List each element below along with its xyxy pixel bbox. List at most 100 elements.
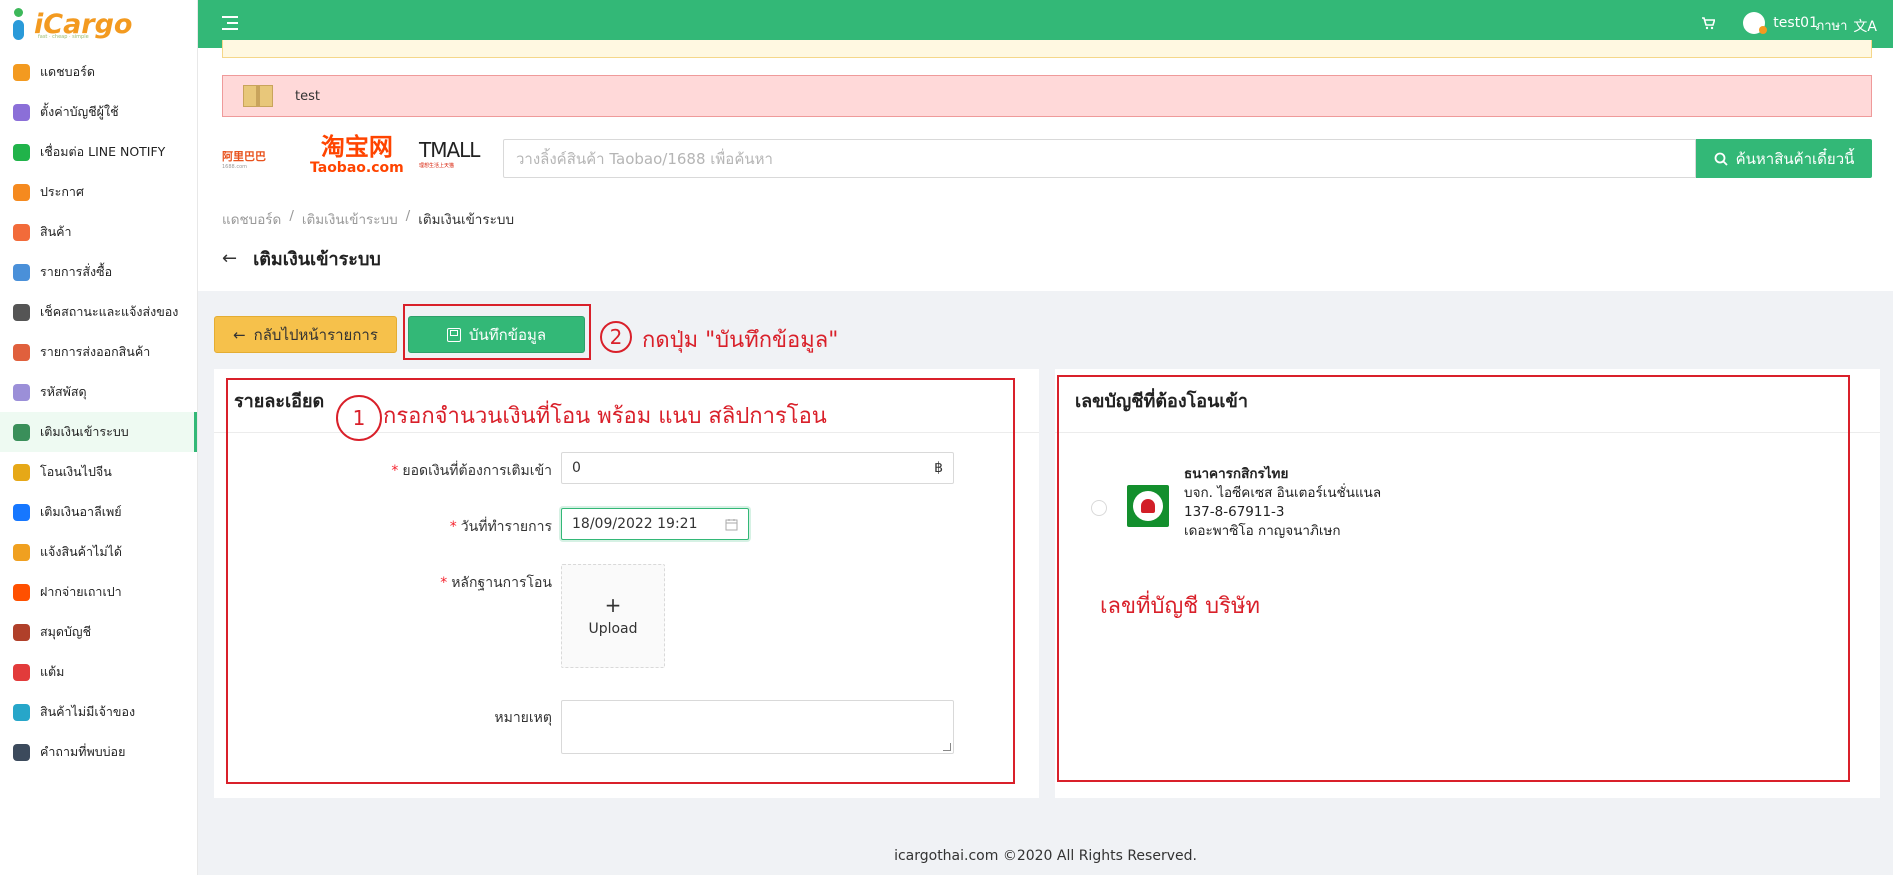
- username: test01: [1773, 15, 1818, 31]
- logo-icon: [10, 6, 30, 42]
- app-logo[interactable]: iCargo fast · cheap · simple: [0, 0, 197, 48]
- language-switcher[interactable]: ภาษา 文A: [1816, 15, 1877, 36]
- warning-alert: [222, 40, 1872, 58]
- translate-icon: 文A: [1853, 18, 1877, 35]
- sidebar-item-label: โอนเงินไปจีน: [40, 464, 112, 479]
- cart-icon[interactable]: [1701, 16, 1715, 30]
- page-header: ← เติมเงินเข้าระบบ: [222, 244, 381, 273]
- truck-icon: [13, 343, 30, 361]
- sidebar-item-label: แต้ม: [40, 664, 65, 679]
- alibaba-logo-text: 阿里巴巴: [222, 150, 266, 163]
- back-to-list-label: กลับไปหน้ารายการ: [253, 325, 378, 344]
- chart-icon: [13, 63, 30, 81]
- taobao-logo-text: 淘宝网: [320, 133, 393, 161]
- user-menu[interactable]: test01: [1743, 12, 1818, 34]
- taobao-logo[interactable]: 淘宝网 Taobao.com: [310, 133, 404, 177]
- logo-tagline: fast · cheap · simple: [38, 34, 89, 40]
- breadcrumb-item-dashboard[interactable]: แดชบอร์ด: [222, 208, 281, 230]
- coin-icon: [13, 463, 30, 481]
- sidebar-item[interactable]: เติมเงินอาลีเพย์: [0, 492, 197, 532]
- alipay-icon: [13, 503, 30, 521]
- sidebar-item[interactable]: แจ้งสินค้าไม่ได้: [0, 532, 197, 572]
- alibaba-logo-sub: 1688.com: [222, 164, 247, 170]
- alibaba-1688-logo[interactable]: 阿里巴巴 1688.com: [222, 148, 266, 170]
- product-link-search-input[interactable]: [503, 139, 1696, 178]
- tmall-logo-text: TMALL: [419, 138, 480, 162]
- menu-toggle-icon[interactable]: [222, 16, 238, 30]
- faq-icon: [13, 743, 30, 761]
- sidebar-item[interactable]: ตั้งค่าบัญชีผู้ใช้: [0, 92, 197, 132]
- user-settings-icon: [13, 103, 30, 121]
- line-icon: [13, 143, 30, 161]
- search-button-label: ค้นหาสินค้าเดี๋ยวนี้: [1735, 149, 1855, 168]
- annotation-step2-number: 2: [600, 321, 632, 353]
- megaphone-icon: [13, 183, 30, 201]
- annotation-step1-number: 1: [336, 395, 382, 441]
- sidebar-item-label: รหัสพัสดุ: [40, 384, 87, 399]
- sidebar-item[interactable]: คำถามที่พบบ่อย: [0, 732, 197, 772]
- annotation-step1-text: กรอกจำนวนเงินที่โอน พร้อม แนบ สลิปการโอน: [383, 404, 827, 429]
- taobao-logo-sub: Taobao.com: [310, 160, 404, 177]
- sidebar-item[interactable]: แดชบอร์ด: [0, 52, 197, 92]
- sidebar-item-label: เช็คสถานะและแจ้งส่งของ: [40, 304, 179, 319]
- sidebar-item[interactable]: เติมเงินเข้าระบบ: [0, 412, 197, 452]
- sidebar-item[interactable]: สินค้า: [0, 212, 197, 252]
- product-icon: [13, 223, 30, 241]
- back-arrow-icon[interactable]: ←: [222, 248, 237, 269]
- annotation-step2-text: กดปุ่ม "บันทึกข้อมูล": [642, 328, 839, 353]
- sidebar-item-label: เติมเงินเข้าระบบ: [40, 424, 129, 439]
- sidebar-item[interactable]: รายการสั่งซื้อ: [0, 252, 197, 292]
- breadcrumb: แดชบอร์ด / เติมเงินเข้าระบบ / เติมเงินเข้า…: [222, 208, 515, 230]
- parcel-code-icon: [13, 383, 30, 401]
- ledger-icon: [13, 623, 30, 641]
- sidebar-item[interactable]: ประกาศ: [0, 172, 197, 212]
- sidebar-item[interactable]: รายการส่งออกสินค้า: [0, 332, 197, 372]
- sidebar-item[interactable]: รหัสพัสดุ: [0, 372, 197, 412]
- status-check-icon: [13, 303, 30, 321]
- page-title: เติมเงินเข้าระบบ: [253, 249, 381, 270]
- sidebar-item[interactable]: เช็คสถานะและแจ้งส่งของ: [0, 292, 197, 332]
- sidebar-item[interactable]: สินค้าไม่มีเจ้าของ: [0, 692, 197, 732]
- sidebar-item-label: รายการส่งออกสินค้า: [40, 344, 151, 359]
- sidebar-item-label: แดชบอร์ด: [40, 64, 95, 79]
- language-label: ภาษา: [1815, 19, 1848, 34]
- taobao-icon: [13, 583, 30, 601]
- search-icon: [1714, 152, 1728, 166]
- sidebar-item-label: ตั้งค่าบัญชีผู้ใช้: [40, 104, 119, 119]
- announcement-alert: test: [222, 75, 1872, 117]
- annotation-account-highlight: [1057, 375, 1850, 782]
- unowned-item-icon: [13, 703, 30, 721]
- sidebar-item-label: รายการสั่งซื้อ: [40, 264, 113, 279]
- wallet-icon: [13, 423, 30, 441]
- sidebar-item-label: สินค้า: [40, 224, 72, 239]
- alert-text: test: [295, 88, 320, 104]
- order-icon: [13, 263, 30, 281]
- sidebar-item-label: เชื่อมต่อ LINE NOTIFY: [40, 144, 166, 159]
- breadcrumb-item-topup[interactable]: เติมเงินเข้าระบบ: [302, 208, 398, 230]
- sidebar-item[interactable]: ฝากจ่ายเถาเปา: [0, 572, 197, 612]
- tmall-logo[interactable]: TMALL 理想生活上天猫: [419, 138, 480, 169]
- points-icon: [13, 663, 30, 681]
- sidebar: iCargo fast · cheap · simple แดชบอร์ดตั้…: [0, 0, 198, 875]
- sidebar-item-label: แจ้งสินค้าไม่ได้: [40, 544, 122, 559]
- marketplace-logos: 阿里巴巴 1688.com 淘宝网 Taobao.com TMALL 理想生活上…: [222, 134, 492, 180]
- footer-copyright: icargothai.com ©2020 All Rights Reserved…: [894, 848, 1197, 864]
- tmall-logo-sub: 理想生活上天猫: [419, 163, 455, 169]
- annotation-details-highlight: [226, 378, 1015, 784]
- annotation-save-highlight: [403, 304, 591, 360]
- back-to-list-button[interactable]: ← กลับไปหน้ารายการ: [214, 316, 397, 353]
- sidebar-item[interactable]: เชื่อมต่อ LINE NOTIFY: [0, 132, 197, 172]
- sidebar-item-label: ประกาศ: [40, 184, 84, 199]
- sidebar-item-label: สินค้าไม่มีเจ้าของ: [40, 704, 136, 719]
- annotation-company-account-text: เลขที่บัญชี บริษัท: [1100, 594, 1260, 619]
- sidebar-item[interactable]: แต้ม: [0, 652, 197, 692]
- sidebar-item-label: สมุดบัญชี: [40, 624, 92, 639]
- report-icon: [13, 543, 30, 561]
- search-button[interactable]: ค้นหาสินค้าเดี๋ยวนี้: [1696, 139, 1872, 178]
- breadcrumb-item-current: เติมเงินเข้าระบบ: [418, 212, 515, 228]
- avatar: [1743, 12, 1768, 34]
- sidebar-item[interactable]: สมุดบัญชี: [0, 612, 197, 652]
- arrow-left-icon: ←: [233, 325, 246, 344]
- sidebar-item-label: คำถามที่พบบ่อย: [40, 744, 126, 759]
- sidebar-item[interactable]: โอนเงินไปจีน: [0, 452, 197, 492]
